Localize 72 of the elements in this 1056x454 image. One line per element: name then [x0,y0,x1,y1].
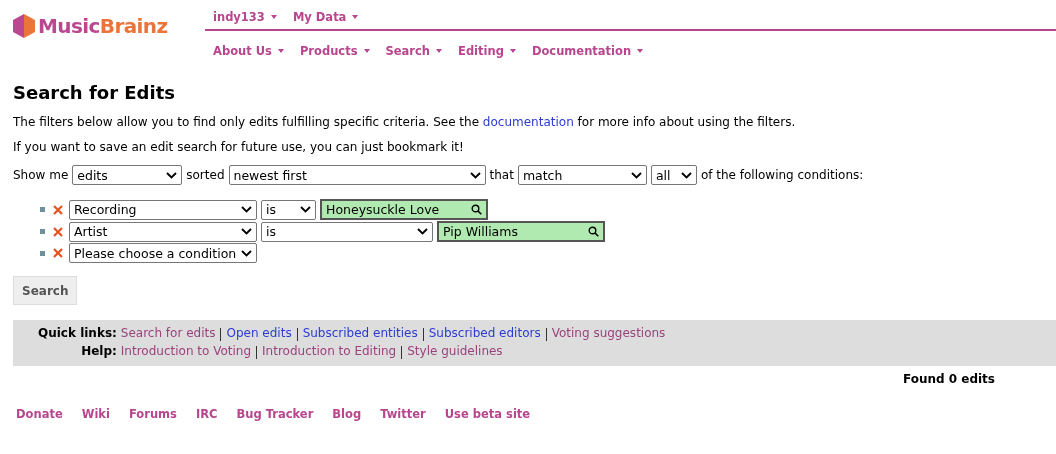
menu-item[interactable]: Editing [458,44,516,58]
bullet-icon [40,250,45,256]
links-label: Help: [80,344,117,359]
chevron-icon [241,206,252,213]
menu-item[interactable]: indy133 [213,9,277,24]
quick-link[interactable]: Search for edits [120,326,216,341]
footer-link[interactable]: Donate [16,407,63,421]
bullet-icon [40,229,45,234]
operator-dropdown[interactable]: is [261,221,433,242]
condition-dropdown[interactable]: Recording [69,199,257,220]
caret-icon [270,14,277,19]
value-field[interactable]: Pip Williams [437,221,605,242]
links-label: Quick links: [38,326,117,341]
caret-icon [363,49,370,53]
search-button[interactable]: Search [13,276,78,305]
dropdown[interactable]: edits [72,165,183,185]
page-title: Search for Edits [13,82,176,103]
caret-icon [509,49,516,53]
footer-link[interactable]: Bug Tracker [236,407,314,421]
query-label: Show me [13,168,69,182]
menu-item[interactable]: Products [299,44,370,58]
menu-item[interactable]: My Data [292,9,359,24]
quick-link[interactable]: Open edits [226,326,292,341]
remove-icon[interactable] [53,248,63,258]
value-field[interactable]: Honeysuckle Love [320,199,488,220]
quick-link[interactable]: Introduction to Voting [120,344,252,359]
quick-link[interactable]: Subscribed editors [428,326,541,341]
operator-dropdown[interactable]: is [261,199,316,220]
chevron-icon [241,228,252,235]
search-icon [471,204,482,215]
dropdown[interactable]: newest first [228,165,486,185]
caret-icon [436,49,443,53]
footer-link[interactable]: IRC [195,407,218,421]
quick-link[interactable]: Subscribed entities [302,326,418,341]
caret-icon [637,49,644,53]
query-label: that [489,168,514,182]
bullet-icon [40,207,45,212]
menu-item[interactable]: Documentation [531,44,644,58]
footer-link[interactable]: Blog [332,407,362,421]
chevron-icon [630,171,642,179]
remove-icon[interactable] [53,226,63,237]
chevron-icon [300,206,311,213]
quick-link[interactable]: Voting suggestions [551,326,666,341]
quick-link[interactable]: Style guidelines [407,344,503,359]
condition-dropdown[interactable]: Artist [69,221,257,242]
documentation-link[interactable]: documentation [482,115,574,129]
logo-icon [13,14,35,38]
footer-link[interactable]: Use beta site [444,407,531,421]
chevron-icon [241,249,252,257]
quick-link[interactable]: Introduction to Editing [262,344,397,359]
chevron-icon [166,171,178,179]
chevron-icon [469,171,481,179]
intro-text: The filters below allow you to find only edits fulfilling specific criteria. See the documentation for more info about using the filters. [13,115,797,129]
footer-link[interactable]: Forums [128,407,177,421]
menu-item[interactable]: Search [385,44,443,58]
query-label: sorted [186,168,225,182]
condition-dropdown[interactable]: Please choose a condition [69,243,257,263]
logo-text[interactable]: MusicBrainz [38,14,168,38]
chevron-icon [417,228,428,235]
search-icon [588,226,599,237]
dropdown[interactable]: all [650,165,697,185]
dropdown[interactable]: match [517,165,647,185]
footer-link[interactable]: Wiki [81,407,110,421]
query-label: of the following conditions: [700,168,864,182]
results-count: Found 0 edits [902,372,995,386]
menu-item[interactable]: About Us [213,44,284,58]
remove-icon[interactable] [53,204,63,215]
caret-icon [352,14,359,19]
chevron-icon [680,171,692,179]
caret-icon [277,49,284,53]
footer-link[interactable]: Twitter [380,407,426,421]
bookmark-note: If you want to save an edit search for future use, you can just bookmark it! [13,140,465,154]
